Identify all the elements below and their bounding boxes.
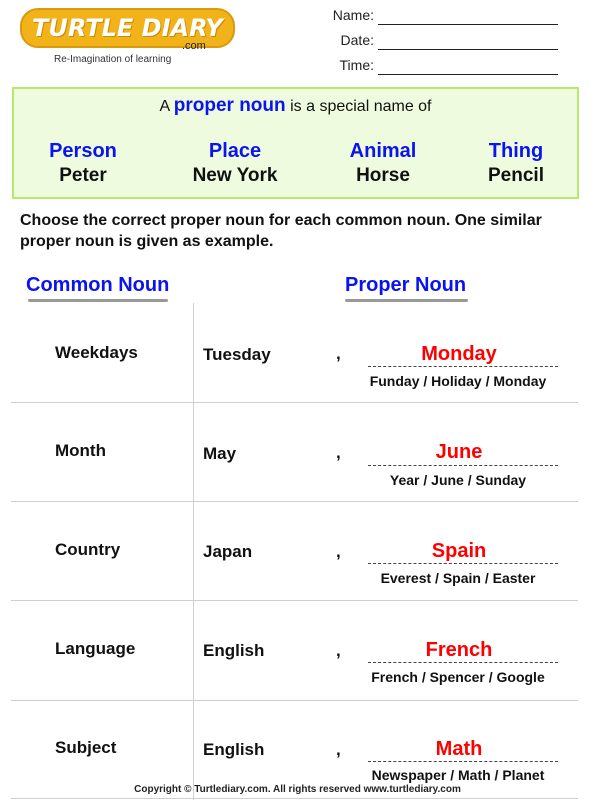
common-noun: Language (55, 639, 136, 658)
category-label: Person (49, 140, 117, 162)
row-divider (11, 700, 578, 701)
date-line[interactable] (378, 49, 558, 50)
common-noun: Subject (55, 738, 117, 757)
row-divider (11, 402, 578, 403)
category-example: Horse (356, 165, 410, 186)
answer-options: Funday / Holiday / Monday (369, 373, 547, 389)
row-divider (11, 501, 578, 502)
logo-tagline: Re-Imagination of learning (54, 54, 172, 65)
definition-highlight: proper noun (173, 95, 286, 116)
answer-text[interactable]: Monday (364, 343, 554, 366)
answer-text[interactable]: Spain (364, 540, 554, 563)
example-proper-noun: English (203, 740, 265, 759)
definition-title: A proper noun is a special name of (14, 95, 577, 117)
name-line[interactable] (378, 24, 558, 25)
common-noun-underline (28, 299, 168, 302)
category-animal: Animal Horse (318, 139, 448, 188)
logo-domain-suffix: .com (182, 40, 206, 52)
answer-options: Everest / Spain / Easter (380, 570, 536, 586)
category-example: New York (192, 165, 278, 186)
common-noun-header: Common Noun (26, 274, 170, 296)
example-proper-noun: English (203, 641, 265, 660)
date-label: Date: (340, 32, 374, 48)
instructions: Choose the correct proper noun for each … (20, 212, 542, 250)
definition-prefix: A (159, 98, 170, 115)
category-person: Person Peter (18, 139, 148, 188)
answer-text[interactable]: Math (364, 738, 554, 761)
category-thing: Thing Pencil (451, 139, 581, 188)
comma: , (336, 740, 341, 759)
proper-noun-header: Proper Noun (345, 274, 467, 296)
answer-options: French / Spencer / Google (371, 669, 545, 685)
answer-text[interactable]: June (364, 441, 554, 464)
category-label: Thing (488, 140, 544, 162)
definition-box: A proper noun is a special name of Perso… (12, 87, 579, 199)
example-proper-noun: Japan (203, 542, 253, 561)
row-divider (11, 798, 578, 799)
answer-text[interactable]: French (364, 639, 554, 662)
proper-noun-underline (345, 299, 468, 302)
row-divider (11, 600, 578, 601)
answer-blank[interactable] (368, 761, 558, 762)
category-example: Pencil (488, 165, 544, 186)
time-line[interactable] (378, 74, 558, 75)
example-proper-noun: May (203, 444, 237, 463)
name-label: Name: (332, 7, 374, 23)
comma: , (336, 542, 341, 561)
definition-suffix: is a special name of (290, 98, 432, 115)
answer-blank[interactable] (368, 662, 558, 663)
answer-blank[interactable] (368, 366, 558, 367)
answer-options: Year / June / Sunday (389, 472, 527, 488)
category-place: Place New York (170, 139, 300, 188)
example-proper-noun: Tuesday (203, 345, 271, 364)
time-label: Time: (339, 57, 374, 73)
category-label: Animal (349, 140, 417, 162)
answer-blank[interactable] (368, 465, 558, 466)
common-noun: Weekdays (55, 343, 138, 362)
category-example: Peter (59, 165, 107, 186)
column-divider (193, 303, 194, 800)
comma: , (336, 344, 341, 363)
turtle-diary-logo: TURTLE DIARY .com Re-Imagination of lear… (20, 8, 235, 65)
copyright-notice: Copyright © Turtlediary.com. All rights … (134, 784, 461, 795)
comma: , (336, 443, 341, 462)
comma: , (336, 641, 341, 660)
answer-blank[interactable] (368, 563, 558, 564)
category-label: Place (208, 140, 262, 162)
common-noun: Month (55, 441, 106, 460)
common-noun: Country (55, 540, 121, 559)
answer-options: Newspaper / Math / Planet (371, 767, 545, 783)
